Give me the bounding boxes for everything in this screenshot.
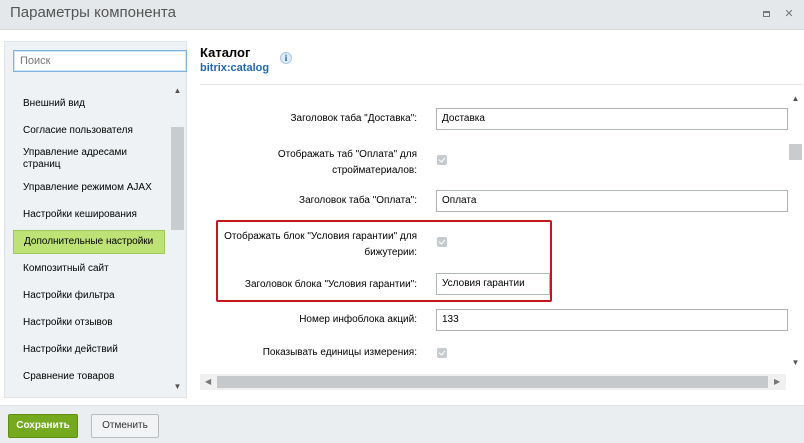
show-units-checkbox[interactable] (437, 348, 447, 358)
scrollbar-thumb[interactable] (789, 144, 802, 160)
scroll-down-icon[interactable]: ▼ (173, 382, 182, 391)
sidebar: Внешний вид Согласие пользователя Управл… (4, 41, 187, 398)
form-vertical-scrollbar[interactable]: ▲ ▼ (788, 92, 803, 371)
scroll-left-icon[interactable]: ◀ (205, 377, 211, 386)
sidebar-item-reviews-settings[interactable]: Настройки отзывов (13, 317, 165, 329)
field-label-promo-iblock: Номер инфоблока акций: (299, 314, 417, 325)
payment-tab-checkbox[interactable] (437, 155, 447, 165)
scrollbar-thumb[interactable] (171, 127, 184, 230)
promo-iblock-input[interactable]: 133 (436, 309, 788, 331)
field-label-show-units: Показывать единицы измерения: (262, 347, 417, 358)
sidebar-nav: Внешний вид Согласие пользователя Управл… (11, 88, 169, 394)
cancel-button[interactable]: Отменить (91, 414, 159, 438)
window-title: Параметры компонента (10, 4, 176, 21)
sidebar-scrollbar[interactable]: ▲ ▼ (170, 82, 185, 395)
scrollbar-thumb[interactable] (217, 376, 768, 388)
save-button[interactable]: Сохранить (8, 414, 78, 438)
delivery-tab-title-input[interactable]: Доставка (436, 108, 788, 130)
sidebar-item-actions-settings[interactable]: Настройки действий (13, 344, 165, 356)
search-input[interactable] (13, 50, 187, 72)
info-icon[interactable]: i (280, 52, 292, 64)
sidebar-item-appearance[interactable]: Внешний вид (13, 98, 165, 110)
footer: Сохранить Отменить (0, 405, 804, 443)
component-code: bitrix:catalog (200, 62, 270, 74)
field-label-payment-tab-toggle: Отображать таб "Оплата" для стройматериа… (277, 149, 417, 176)
sidebar-item-url-management[interactable]: Управление адресами страниц (13, 147, 165, 171)
scroll-up-icon[interactable]: ▲ (791, 94, 800, 103)
field-label-payment-tab: Заголовок таба "Оплата": (299, 195, 417, 206)
sidebar-item-composite-site[interactable]: Композитный сайт (13, 263, 165, 275)
sidebar-item-caching[interactable]: Настройки кеширования (13, 209, 165, 221)
scroll-right-icon[interactable]: ▶ (774, 377, 780, 386)
sidebar-item-compare[interactable]: Сравнение товаров (13, 371, 165, 383)
sidebar-item-ajax-mode[interactable]: Управление режимом AJAX (13, 182, 165, 194)
sidebar-item-additional-settings[interactable]: Дополнительные настройки (13, 230, 165, 254)
sidebar-item-filter-settings[interactable]: Настройки фильтра (13, 290, 165, 302)
highlight-box (216, 220, 552, 302)
payment-tab-title-input[interactable]: Оплата (436, 190, 788, 212)
title-bar: Параметры компонента ✕ (0, 0, 804, 30)
field-label-delivery-tab: Заголовок таба "Доставка": (290, 113, 417, 124)
maximize-icon[interactable] (760, 8, 772, 20)
scroll-up-icon[interactable]: ▲ (173, 86, 182, 95)
scroll-down-icon[interactable]: ▼ (791, 358, 800, 367)
sidebar-item-user-consent[interactable]: Согласие пользователя (13, 125, 165, 137)
form-horizontal-scrollbar[interactable]: ◀ ▶ (200, 374, 786, 390)
close-icon[interactable]: ✕ (783, 8, 795, 20)
component-title: Каталог (200, 45, 251, 60)
